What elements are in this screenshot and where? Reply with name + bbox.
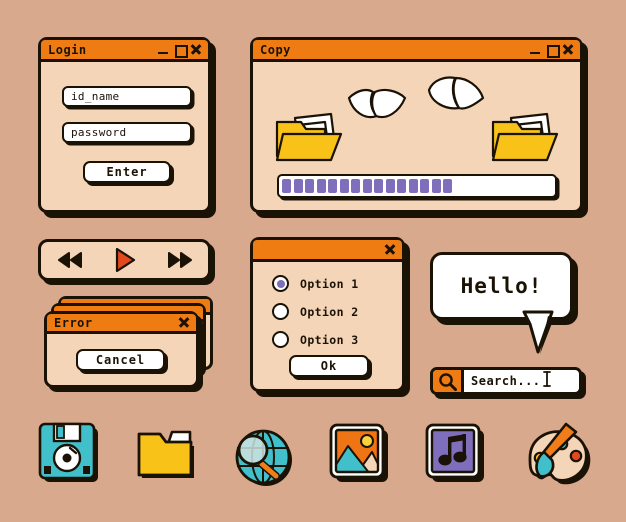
progress-segment	[443, 179, 452, 193]
progress-segment	[305, 179, 314, 193]
minimize-icon[interactable]	[530, 44, 541, 55]
id-field[interactable]: id_name	[62, 86, 192, 107]
speech-bubble-text: Hello!	[460, 274, 543, 298]
options-dialog: Option 1 Option 2 Option 3 Ok	[250, 237, 405, 392]
copy-title: Copy	[260, 42, 291, 57]
error-title: Error	[54, 315, 93, 330]
progress-segment	[408, 179, 418, 193]
login-window: Login id_name password Enter	[38, 37, 211, 213]
password-field[interactable]: password	[62, 122, 192, 143]
minimize-icon[interactable]	[158, 44, 169, 55]
radio-label: Option 2	[300, 304, 359, 319]
close-icon[interactable]	[562, 44, 573, 55]
progress-segment	[316, 179, 326, 193]
radio-button-selected-icon[interactable]	[272, 275, 289, 292]
progress-segment	[293, 179, 303, 193]
login-window-controls	[158, 44, 201, 58]
paint-palette-icon[interactable]	[518, 420, 592, 492]
options-titlebar	[253, 240, 402, 262]
copy-window: Copy	[250, 37, 583, 213]
error-window: Error Cancel	[44, 311, 199, 388]
progress-segment	[362, 179, 372, 193]
search-button[interactable]	[433, 370, 464, 392]
cancel-button[interactable]: Cancel	[76, 349, 165, 371]
close-icon[interactable]	[190, 44, 201, 55]
login-titlebar: Login	[41, 40, 208, 62]
search-placeholder: Search...	[471, 374, 541, 388]
folder-source-icon	[275, 110, 345, 162]
search-bar[interactable]: Search...	[430, 367, 582, 395]
maximize-icon[interactable]	[546, 44, 560, 58]
flying-paper-icon	[347, 88, 409, 124]
error-body: Cancel	[47, 334, 196, 383]
progress-segment	[420, 179, 429, 193]
error-window-controls	[178, 317, 189, 328]
floppy-disk-icon[interactable]	[36, 420, 104, 488]
close-icon[interactable]	[384, 244, 395, 255]
text-cursor-icon	[542, 370, 552, 392]
options-window-controls	[384, 244, 395, 255]
image-icon[interactable]	[326, 420, 394, 488]
login-title: Login	[48, 42, 87, 57]
error-window-stack: Error Cancel	[44, 296, 224, 388]
rewind-button[interactable]	[56, 251, 84, 269]
radio-button-icon[interactable]	[272, 303, 289, 320]
radio-option-1[interactable]: Option 1	[272, 275, 359, 292]
progress-segment	[374, 179, 383, 193]
radio-button-icon[interactable]	[272, 331, 289, 348]
login-body: id_name password Enter	[41, 62, 208, 210]
copy-titlebar: Copy	[253, 40, 580, 62]
radio-label: Option 3	[300, 332, 359, 347]
progress-segment	[328, 179, 337, 193]
folder-icon[interactable]	[134, 420, 202, 488]
options-body: Option 1 Option 2 Option 3 Ok	[253, 262, 402, 389]
maximize-icon[interactable]	[174, 44, 188, 58]
progress-segment	[351, 179, 360, 193]
progress-segment	[397, 179, 406, 193]
forward-button[interactable]	[166, 251, 194, 269]
media-player-bar	[38, 239, 211, 281]
close-icon[interactable]	[178, 317, 189, 328]
music-icon[interactable]	[422, 420, 490, 488]
progress-segment	[282, 179, 291, 193]
progress-segment	[385, 179, 395, 193]
progress-segment	[431, 179, 441, 193]
globe-search-icon[interactable]	[228, 420, 298, 490]
ui-kit-canvas: Login id_name password Enter Copy Error …	[0, 0, 626, 522]
speech-bubble: Hello!	[430, 252, 582, 354]
radio-option-3[interactable]: Option 3	[272, 331, 359, 348]
folder-destination-icon	[491, 110, 561, 162]
copy-progress-bar	[277, 174, 557, 198]
enter-button[interactable]: Enter	[83, 161, 171, 183]
copy-body	[253, 62, 580, 210]
play-button[interactable]	[113, 247, 137, 273]
progress-segment	[339, 179, 349, 193]
radio-label: Option 1	[300, 276, 359, 291]
speech-bubble-tail-icon	[522, 310, 562, 354]
flying-paper-icon	[425, 76, 487, 116]
search-input[interactable]: Search...	[464, 370, 579, 392]
copy-window-controls	[530, 44, 573, 58]
speech-bubble-body: Hello!	[430, 252, 573, 320]
error-titlebar: Error	[47, 314, 196, 334]
radio-option-2[interactable]: Option 2	[272, 303, 359, 320]
ok-button[interactable]: Ok	[289, 355, 369, 377]
search-icon	[438, 372, 457, 391]
